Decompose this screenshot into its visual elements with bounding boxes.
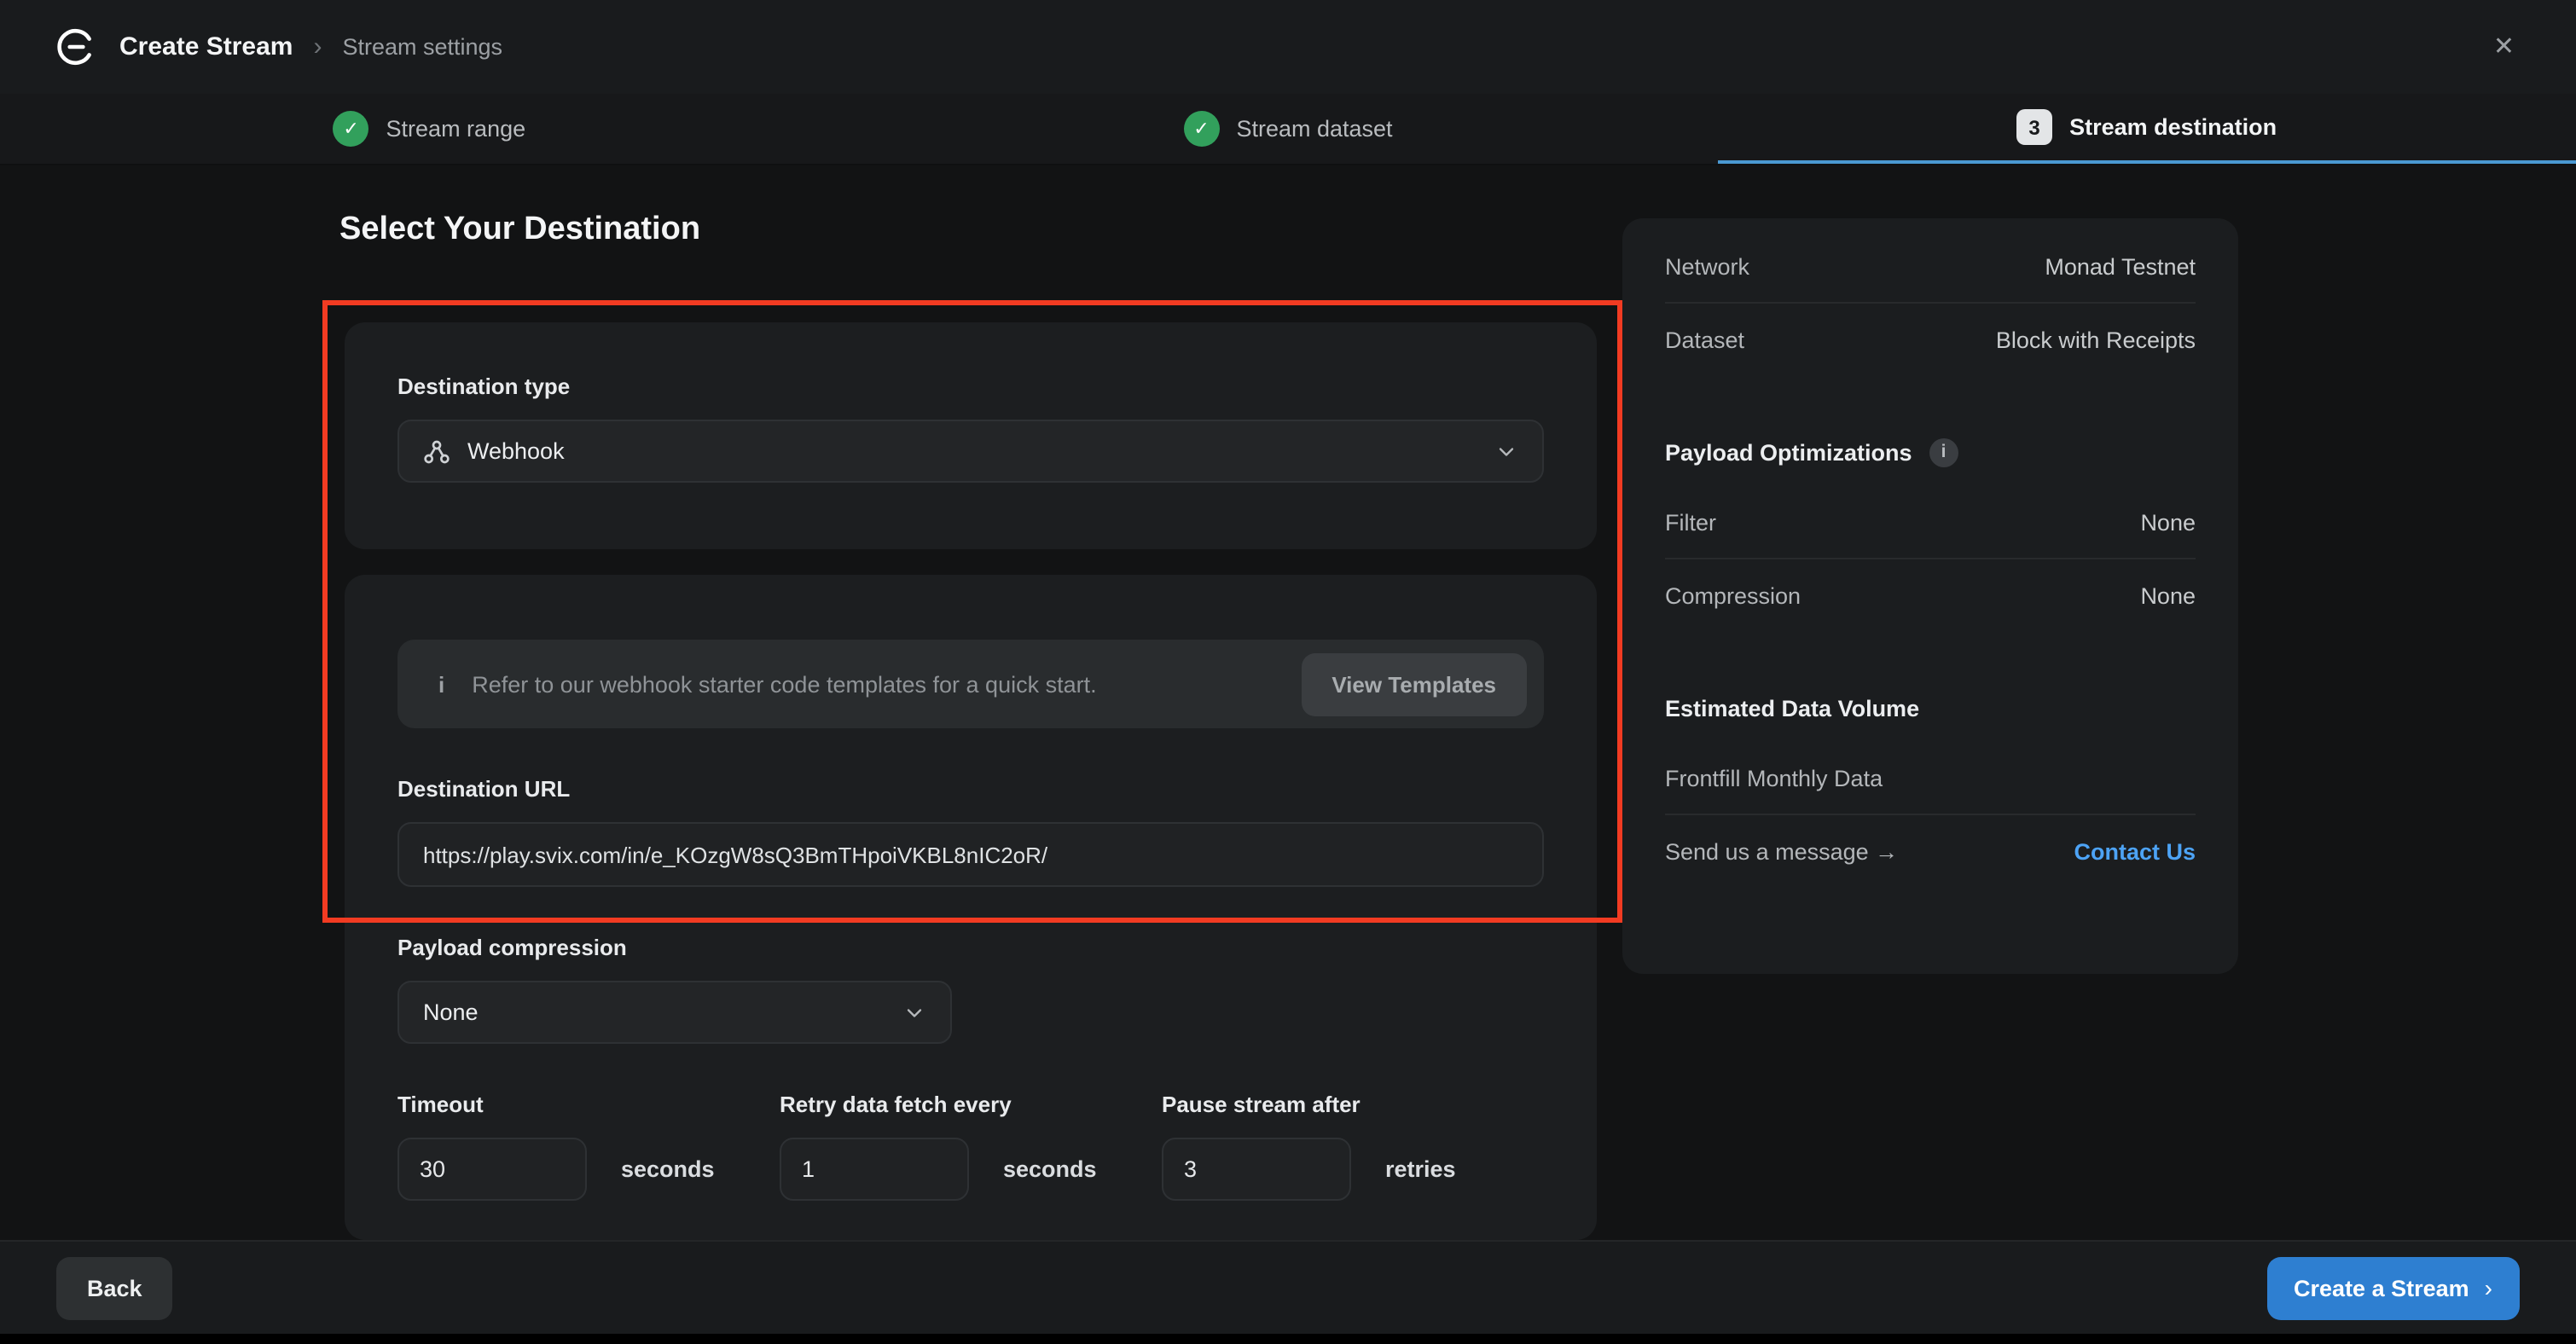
timeout-unit: seconds — [621, 1156, 715, 1182]
view-templates-button[interactable]: View Templates — [1301, 652, 1527, 715]
summary-label: Frontfill Monthly Data — [1665, 766, 1883, 791]
webhook-icon — [423, 437, 450, 465]
info-icon[interactable]: i — [1929, 437, 1958, 466]
payload-compression-value: None — [423, 999, 479, 1025]
stepper: ✓ Stream range ✓ Stream dataset 3 Stream… — [0, 94, 2576, 165]
page-title: Create Stream — [119, 32, 293, 61]
estimated-data-volume-title: Estimated Data Volume — [1665, 672, 2196, 744]
summary-row-compression: Compression None — [1665, 559, 2196, 631]
footer: Back Create a Stream › — [0, 1240, 2576, 1334]
estimated-data-volume-text: Estimated Data Volume — [1665, 695, 1919, 721]
summary-row-filter: Filter None — [1665, 488, 2196, 559]
payload-optimizations-text: Payload Optimizations — [1665, 439, 1912, 465]
create-stream-button[interactable]: Create a Stream › — [2266, 1256, 2520, 1319]
contact-message-label: Send us a message → — [1665, 838, 1898, 864]
bottom-strip — [0, 1334, 2576, 1344]
timeout-label: Timeout — [397, 1092, 780, 1117]
summary-row-contact: Send us a message → Contact Us — [1665, 815, 2196, 887]
pause-label: Pause stream after — [1162, 1092, 1544, 1117]
payload-optimizations-title: Payload Optimizations i — [1665, 416, 2196, 488]
summary-value: None — [2140, 582, 2196, 608]
destination-type-select[interactable]: Webhook — [397, 420, 1544, 483]
retry-unit: seconds — [1003, 1156, 1097, 1182]
summary-value: Block with Receipts — [1996, 327, 2196, 352]
timeout-group: Timeout seconds — [397, 1092, 780, 1201]
timeout-input[interactable] — [397, 1138, 587, 1201]
destination-config-card: i Refer to our webhook starter code temp… — [345, 575, 1597, 1240]
chevron-down-icon — [902, 1000, 926, 1024]
pause-unit: retries — [1385, 1156, 1456, 1182]
header: Create Stream › Stream settings ✕ — [0, 0, 2576, 94]
summary-value: None — [2140, 510, 2196, 536]
create-stream-label: Create a Stream — [2294, 1275, 2469, 1301]
summary-row-network: Network Monad Testnet — [1665, 232, 2196, 304]
summary-label: Filter — [1665, 510, 1716, 536]
step-stream-destination[interactable]: 3 Stream destination — [1717, 94, 2576, 164]
destination-url-label: Destination URL — [397, 776, 1544, 802]
step-stream-range[interactable]: ✓ Stream range — [0, 94, 859, 164]
check-icon: ✓ — [334, 111, 369, 147]
pause-input[interactable] — [1162, 1138, 1351, 1201]
info-icon: i — [438, 671, 444, 697]
summary-row-frontfill: Frontfill Monthly Data — [1665, 744, 2196, 815]
destination-type-card: Destination type Webhook — [345, 322, 1597, 549]
step-number-badge: 3 — [2016, 109, 2052, 145]
retry-input[interactable] — [780, 1138, 969, 1201]
retry-group: Retry data fetch every seconds — [780, 1092, 1162, 1201]
back-button[interactable]: Back — [56, 1256, 173, 1319]
check-icon: ✓ — [1183, 111, 1219, 147]
chevron-down-icon — [1494, 439, 1518, 463]
summary-panel: Network Monad Testnet Dataset Block with… — [1622, 218, 2238, 974]
destination-url-input[interactable] — [397, 822, 1544, 887]
create-stream-modal: Create Stream › Stream settings ✕ ✓ Stre… — [0, 0, 2576, 1344]
payload-compression-select[interactable]: None — [397, 981, 952, 1044]
summary-label: Network — [1665, 254, 1749, 280]
step-label: Stream dataset — [1236, 116, 1392, 142]
step-stream-dataset[interactable]: ✓ Stream dataset — [859, 94, 1718, 164]
summary-value: Monad Testnet — [2045, 254, 2196, 280]
breadcrumb-chevron-icon: › — [313, 32, 322, 61]
close-icon[interactable]: ✕ — [2486, 27, 2521, 67]
section-heading: Select Your Destination — [339, 211, 700, 249]
destination-type-value: Webhook — [467, 438, 565, 464]
app-logo-icon — [55, 26, 97, 68]
retry-label: Retry data fetch every — [780, 1092, 1162, 1117]
pause-group: Pause stream after retries — [1162, 1092, 1544, 1201]
summary-row-dataset: Dataset Block with Receipts — [1665, 304, 2196, 375]
summary-label: Compression — [1665, 582, 1801, 608]
contact-us-link[interactable]: Contact Us — [2074, 838, 2196, 864]
payload-compression-label: Payload compression — [397, 935, 1544, 960]
step-label: Stream range — [386, 116, 526, 142]
breadcrumb: Stream settings — [342, 34, 502, 60]
banner-text: Refer to our webhook starter code templa… — [472, 671, 1273, 697]
retry-settings-row: Timeout seconds Retry data fetch every s… — [397, 1092, 1544, 1201]
destination-type-label: Destination type — [397, 374, 1544, 399]
summary-label: Dataset — [1665, 327, 1744, 352]
step-label: Stream destination — [2069, 114, 2277, 140]
info-banner: i Refer to our webhook starter code temp… — [397, 640, 1544, 728]
chevron-right-icon: › — [2485, 1273, 2492, 1301]
